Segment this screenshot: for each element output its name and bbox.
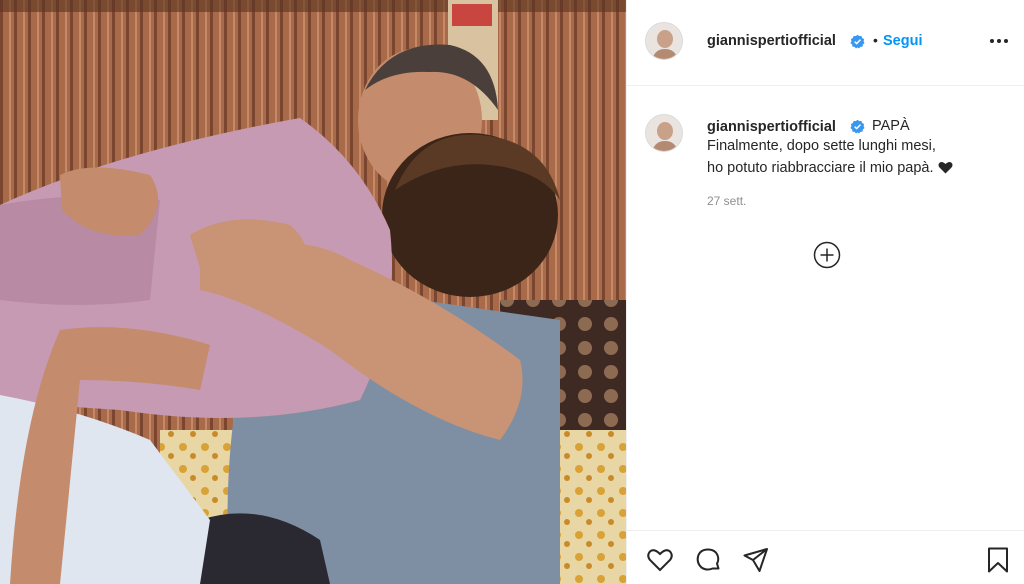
caption-timestamp[interactable]: 27 sett. <box>707 194 746 208</box>
heart-icon <box>647 549 673 572</box>
caption-line-2-text: ho potuto riabbracciare il mio papà. <box>707 160 934 176</box>
verified-badge-icon <box>850 34 865 49</box>
share-icon <box>743 548 768 572</box>
share-button[interactable] <box>741 545 771 575</box>
bookmark-icon <box>988 547 1008 573</box>
plus-circle-icon[interactable] <box>813 241 841 269</box>
black-heart-icon <box>938 161 952 174</box>
caption-line-1: Finalmente, dopo sette lunghi mesi, <box>707 138 936 154</box>
author-username[interactable]: giannispertiofficial <box>707 33 836 49</box>
save-button[interactable] <box>983 545 1013 575</box>
post-photo[interactable] <box>0 0 626 584</box>
avatar-image <box>646 115 682 151</box>
like-button[interactable] <box>645 545 675 575</box>
post-actions-bar <box>627 530 1024 584</box>
avatar-image <box>646 23 682 59</box>
follow-button[interactable]: Segui <box>883 33 922 49</box>
author-avatar[interactable] <box>645 22 683 60</box>
caption-title: PAPÀ <box>872 118 910 134</box>
comment-button[interactable] <box>693 545 723 575</box>
more-options-icon[interactable] <box>987 33 1011 49</box>
photo-two-men-hugging <box>0 0 626 584</box>
verified-badge-icon <box>850 119 865 134</box>
comment-icon <box>696 548 720 571</box>
post-sidebar: giannispertiofficial • Segui giannispert… <box>626 0 1024 584</box>
post-header: giannispertiofficial • Segui <box>627 0 1024 86</box>
caption-line-2: ho potuto riabbracciare il mio papà. <box>707 160 953 176</box>
separator-dot: • <box>873 32 878 48</box>
caption-username[interactable]: giannispertiofficial <box>707 119 836 135</box>
caption-author-avatar[interactable] <box>645 114 683 152</box>
